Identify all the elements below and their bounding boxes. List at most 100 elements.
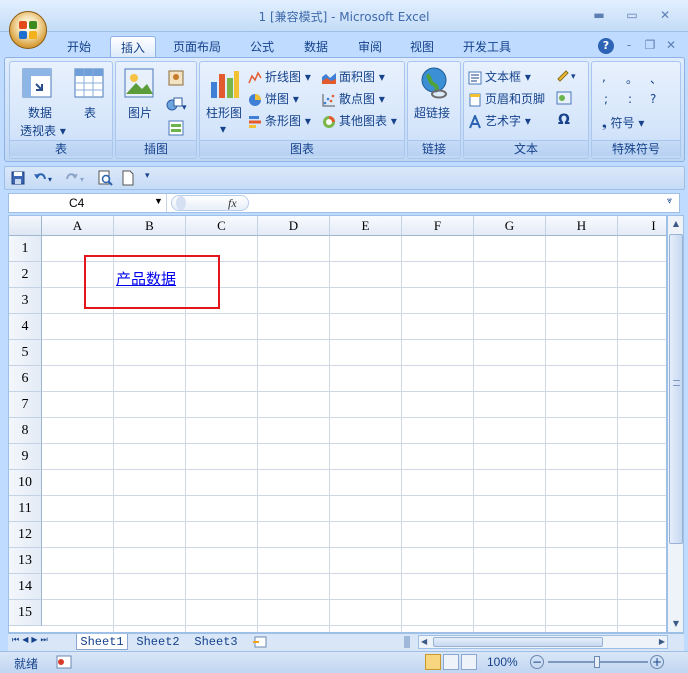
scroll-right-icon[interactable]: ▶ [659,636,665,648]
tab-developer[interactable]: 开发工具 [456,36,518,58]
redo-icon[interactable]: ▾ [65,171,87,185]
scroll-up-icon[interactable]: ▲ [669,216,683,232]
formula-bar-handle[interactable] [176,196,186,210]
symbol-button[interactable]: ❟ 符号 ▾ [602,114,644,131]
zoom-level[interactable]: 100% [487,655,518,669]
hyperlink-button[interactable]: 超链接 [414,104,450,121]
scroll-thumb[interactable] [669,234,683,544]
expand-formula-bar-icon[interactable]: ⩔ [667,196,672,206]
sheet-tab-1[interactable]: Sheet1 [76,634,128,650]
name-box-dropdown-icon[interactable]: ▼ [154,196,163,206]
horizontal-scrollbar[interactable]: ◀ ▶ [418,635,668,649]
save-icon[interactable] [11,171,25,185]
row-header-15[interactable]: 15 [9,600,42,626]
table-button[interactable]: 表 [84,104,96,121]
minimize-button[interactable]: ▬ [590,8,608,22]
formula-input[interactable] [253,195,667,211]
select-all-corner[interactable] [9,216,42,236]
column-chart-dropdown[interactable]: ▾ [220,122,226,136]
customize-toolbar-icon[interactable]: ▾ [145,171,150,181]
undo-icon[interactable]: ▾ [33,171,55,185]
scroll-left-icon[interactable]: ◀ [421,636,427,648]
vertical-scrollbar[interactable]: ▲ ▼ [667,215,684,633]
symbol-semicolon[interactable]: ; [604,92,608,106]
tab-formulas[interactable]: 公式 [240,36,284,58]
clip-art-icon[interactable] [168,70,184,86]
column-header-G[interactable]: G [474,216,546,236]
scatter-chart-button[interactable]: 散点图 ▾ [322,90,385,107]
print-preview-icon[interactable] [97,170,113,186]
insert-function-icon[interactable]: fx [228,196,237,211]
zoom-in-icon[interactable]: + [650,655,664,669]
tab-insert[interactable]: 插入 [110,36,156,58]
row-header-9[interactable]: 9 [9,444,42,470]
scroll-down-icon[interactable]: ▼ [669,616,683,632]
symbol-enumeration-comma[interactable]: 、 [650,70,662,87]
zoom-out-icon[interactable]: − [530,655,544,669]
name-box[interactable]: C4 ▼ [9,194,167,212]
ribbon-close-button[interactable]: ✕ [662,38,680,52]
row-header-12[interactable]: 12 [9,522,42,548]
row-header-6[interactable]: 6 [9,366,42,392]
pie-chart-button[interactable]: 饼图 ▾ [248,90,299,107]
other-charts-button[interactable]: 其他图表 ▾ [322,112,397,129]
row-header-13[interactable]: 13 [9,548,42,574]
symbol-comma[interactable]: , [602,70,606,84]
tab-data[interactable]: 数据 [294,36,338,58]
row-header-1[interactable]: 1 [9,236,42,262]
sheet-tab-3[interactable]: Sheet3 [190,634,242,650]
help-icon[interactable]: ? [598,38,614,54]
symbol-question[interactable]: ? [650,92,656,106]
zoom-slider[interactable] [548,656,648,668]
row-header-5[interactable]: 5 [9,340,42,366]
line-chart-button[interactable]: 折线图 ▾ [248,68,311,85]
row-header-10[interactable]: 10 [9,470,42,496]
shapes-icon[interactable]: ▾ [166,96,188,112]
sheet-nav-icons[interactable]: ⏮◀▶⏭ [12,635,51,645]
row-header-4[interactable]: 4 [9,314,42,340]
picture-button[interactable]: 图片 [128,104,152,121]
zoom-slider-thumb[interactable] [594,656,600,668]
maximize-button[interactable]: ▭ [623,8,641,22]
symbol-period[interactable]: 。 [626,70,638,87]
symbol-colon[interactable]: : [628,92,632,106]
ribbon-minimize-button[interactable]: ‐ [620,38,638,52]
macro-record-icon[interactable] [56,655,72,669]
column-chart-button[interactable]: 柱形图 [206,104,242,121]
smartart-icon[interactable] [168,120,184,136]
column-header-F[interactable]: F [402,216,474,236]
tab-review[interactable]: 审阅 [348,36,392,58]
pivot-table-button-label-1[interactable]: 数据 [28,104,52,121]
wordart-button[interactable]: 艺术字 ▾ [468,112,531,129]
row-header-3[interactable]: 3 [9,288,42,314]
column-header-B[interactable]: B [114,216,186,236]
normal-view-icon[interactable] [425,654,441,670]
row-header-8[interactable]: 8 [9,418,42,444]
office-button[interactable] [9,11,47,49]
tab-split-handle[interactable] [404,636,410,648]
tab-page-layout[interactable]: 页面布局 [166,36,228,58]
page-layout-view-icon[interactable] [443,654,459,670]
hscroll-thumb[interactable] [433,637,603,647]
column-header-H[interactable]: H [546,216,618,236]
bar-chart-button[interactable]: 条形图 ▾ [248,112,311,129]
column-header-A[interactable]: A [42,216,114,236]
area-chart-button[interactable]: 面积图 ▾ [322,68,385,85]
column-header-D[interactable]: D [258,216,330,236]
pivot-table-button[interactable]: 透视表 ▾ [20,122,66,139]
omega-symbol-icon[interactable]: Ω [558,112,570,128]
insert-sheet-icon[interactable] [252,635,270,649]
header-footer-button[interactable]: 页眉和页脚 [468,90,545,107]
row-header-11[interactable]: 11 [9,496,42,522]
object-icon[interactable] [556,90,574,106]
tab-home[interactable]: 开始 [60,36,98,58]
close-button[interactable]: ✕ [656,8,674,22]
ribbon-restore-button[interactable]: ❐ [641,38,659,52]
row-header-14[interactable]: 14 [9,574,42,600]
tab-view[interactable]: 视图 [400,36,444,58]
sheet-tab-2[interactable]: Sheet2 [132,634,184,650]
page-break-view-icon[interactable] [461,654,477,670]
row-header-2[interactable]: 2 [9,262,42,288]
column-header-I[interactable]: I [618,216,666,236]
new-document-icon[interactable] [121,170,135,186]
